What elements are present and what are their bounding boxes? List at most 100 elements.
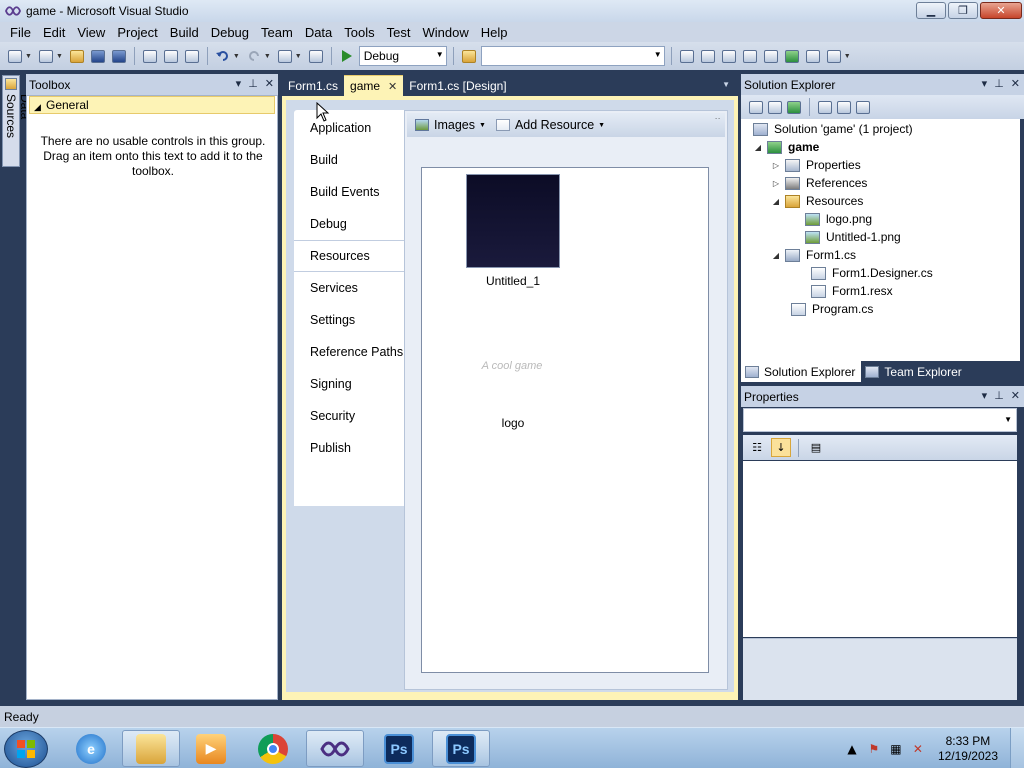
- toolbar-options-icon[interactable]: ▼: [844, 53, 851, 60]
- navigate-backward-icon[interactable]: [276, 47, 294, 65]
- tree-item-form1-resx[interactable]: Form1.resx: [811, 282, 893, 300]
- tab-solution-explorer[interactable]: Solution Explorer: [741, 361, 862, 382]
- property-pages-icon[interactable]: ▤: [806, 438, 826, 457]
- copy-icon[interactable]: [162, 47, 180, 65]
- pin-icon[interactable]: ⊥: [994, 389, 1004, 402]
- show-all-files-icon[interactable]: [768, 100, 782, 114]
- show-hidden-icons-icon[interactable]: ▲: [844, 741, 860, 757]
- close-icon[interactable]: ✕: [265, 77, 274, 90]
- resource-category-dropdown[interactable]: Images ▼: [415, 118, 486, 132]
- nav-application[interactable]: Application: [294, 112, 412, 144]
- action-center-icon[interactable]: ⚑: [866, 741, 882, 757]
- pin-icon[interactable]: ⊥: [994, 77, 1004, 90]
- taskbar-photoshop[interactable]: Ps: [370, 730, 428, 767]
- menu-window[interactable]: Window: [416, 25, 474, 40]
- clock[interactable]: 8:33 PM 12/19/2023: [938, 734, 998, 764]
- taskbar-media-player[interactable]: ▶: [182, 730, 240, 767]
- collapse-triangle-icon[interactable]: ◢: [753, 143, 763, 152]
- close-icon[interactable]: ✕: [1011, 77, 1020, 90]
- nav-build-events[interactable]: Build Events: [294, 176, 412, 208]
- window-position-icon[interactable]: ▾: [982, 389, 988, 402]
- properties-window-icon[interactable]: [699, 47, 717, 65]
- find-combo-box[interactable]: ▼: [480, 46, 665, 66]
- network-icon[interactable]: ▦: [888, 741, 904, 757]
- tree-item-references[interactable]: ▷ References: [771, 174, 867, 192]
- toolbox-icon[interactable]: [741, 47, 759, 65]
- nav-resources[interactable]: Resources: [294, 240, 416, 272]
- paste-icon[interactable]: [183, 47, 201, 65]
- taskbar-internet-explorer[interactable]: e: [62, 730, 120, 767]
- menu-tools[interactable]: Tools: [338, 25, 380, 40]
- undo-dropdown-icon[interactable]: ▼: [233, 53, 240, 60]
- collapse-triangle-icon[interactable]: ◢: [771, 251, 781, 260]
- menu-data[interactable]: Data: [299, 25, 338, 40]
- new-project-dropdown-icon[interactable]: ▼: [25, 53, 32, 60]
- menu-team[interactable]: Team: [255, 25, 299, 40]
- solution-explorer-icon[interactable]: [678, 47, 696, 65]
- menu-file[interactable]: File: [4, 25, 37, 40]
- taskbar-visual-studio[interactable]: [306, 730, 364, 767]
- new-project-icon[interactable]: [6, 47, 24, 65]
- tree-item-program-cs[interactable]: Program.cs: [791, 300, 873, 318]
- nav-settings[interactable]: Settings: [294, 304, 412, 336]
- tab-game[interactable]: game ✕: [344, 75, 404, 96]
- resource-thumbnail-logo[interactable]: A cool game: [464, 318, 560, 414]
- menu-debug[interactable]: Debug: [205, 25, 255, 40]
- tree-item-untitled-png[interactable]: Untitled-1.png: [805, 228, 901, 246]
- pin-icon[interactable]: ⊥: [248, 77, 258, 90]
- tree-item-form1-cs[interactable]: ◢ Form1.cs: [771, 246, 856, 264]
- nav-reference-paths[interactable]: Reference Paths: [294, 336, 412, 368]
- resource-thumbnail-untitled[interactable]: [466, 174, 560, 268]
- tree-item-project[interactable]: ◢ game: [753, 138, 819, 156]
- alphabetical-icon[interactable]: ↓: [771, 438, 791, 457]
- refresh-icon[interactable]: [787, 100, 801, 114]
- save-all-icon[interactable]: [110, 47, 128, 65]
- collapse-triangle-icon[interactable]: ◢: [771, 197, 781, 206]
- view-designer-icon[interactable]: [837, 100, 851, 114]
- toolbar-overflow-icon[interactable]: ˙˙: [715, 117, 721, 127]
- close-button[interactable]: ✕: [980, 2, 1022, 19]
- menu-test[interactable]: Test: [381, 25, 417, 40]
- tree-item-properties[interactable]: ▷ Properties: [771, 156, 861, 174]
- menu-project[interactable]: Project: [111, 25, 163, 40]
- add-item-dropdown-icon[interactable]: ▼: [56, 53, 63, 60]
- navigate-backward-dropdown-icon[interactable]: ▼: [295, 53, 302, 60]
- nav-build[interactable]: Build: [294, 144, 412, 176]
- close-icon[interactable]: ✕: [1011, 389, 1020, 402]
- menu-build[interactable]: Build: [164, 25, 205, 40]
- properties-object-select[interactable]: ▼: [743, 408, 1017, 432]
- volume-muted-icon[interactable]: ✕: [910, 741, 926, 757]
- view-code-icon[interactable]: [818, 100, 832, 114]
- categorized-icon[interactable]: ☷: [747, 438, 767, 457]
- start-debugging-icon[interactable]: [338, 47, 356, 65]
- tab-form1-cs[interactable]: Form1.cs: [282, 75, 344, 96]
- redo-icon[interactable]: [245, 47, 263, 65]
- find-in-files-icon[interactable]: [460, 47, 478, 65]
- resource-name-logo[interactable]: logo: [474, 416, 552, 430]
- taskbar-file-explorer[interactable]: [122, 730, 180, 767]
- resource-name-untitled[interactable]: Untitled_1: [474, 274, 552, 288]
- undo-icon[interactable]: [214, 47, 232, 65]
- object-browser-icon[interactable]: [720, 47, 738, 65]
- tree-item-resources-folder[interactable]: ◢ Resources: [771, 192, 863, 210]
- cut-icon[interactable]: [141, 47, 159, 65]
- menu-view[interactable]: View: [71, 25, 111, 40]
- navigate-forward-icon[interactable]: [307, 47, 325, 65]
- start-button[interactable]: [4, 730, 48, 768]
- minimize-button[interactable]: ▁: [916, 2, 946, 19]
- menu-help[interactable]: Help: [475, 25, 514, 40]
- view-class-diagram-icon[interactable]: [856, 100, 870, 114]
- add-resource-dropdown[interactable]: Add Resource ▼: [495, 118, 605, 132]
- properties-icon[interactable]: [749, 100, 763, 114]
- solution-configuration-select[interactable]: Debug ▼: [358, 46, 447, 66]
- tab-team-explorer[interactable]: Team Explorer: [861, 361, 967, 382]
- tree-item-solution[interactable]: Solution 'game' (1 project): [753, 120, 913, 138]
- expand-triangle-icon[interactable]: ▷: [771, 161, 781, 170]
- nav-services[interactable]: Services: [294, 272, 412, 304]
- taskbar-photoshop-2[interactable]: Ps: [432, 730, 490, 767]
- maximize-button[interactable]: ❐: [948, 2, 978, 19]
- tab-form1-design[interactable]: Form1.cs [Design]: [403, 75, 512, 96]
- open-file-icon[interactable]: [68, 47, 86, 65]
- tree-item-form1-designer-cs[interactable]: Form1.Designer.cs: [811, 264, 933, 282]
- close-tab-icon[interactable]: ✕: [388, 80, 397, 93]
